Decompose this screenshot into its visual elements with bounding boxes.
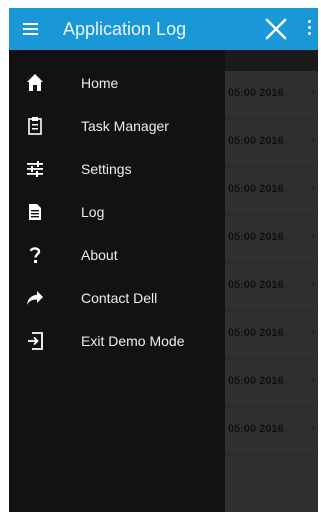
- drawer-item-label: Exit Demo Mode: [81, 333, 185, 349]
- drawer-item-exit-demo-mode[interactable]: Exit Demo Mode: [9, 321, 225, 361]
- question-icon: [26, 245, 44, 265]
- drawer-scrim[interactable]: [225, 50, 318, 512]
- drawer-item-label: Home: [81, 75, 119, 91]
- drawer-item-log[interactable]: Log: [9, 192, 225, 232]
- drawer-item-label: Contact Dell: [81, 290, 158, 306]
- drawer-item-label: Log: [81, 204, 105, 220]
- drawer-item-contact-dell[interactable]: Contact Dell: [9, 278, 225, 318]
- drawer-item-home[interactable]: Home: [9, 63, 225, 103]
- clipboard-icon: [26, 116, 44, 136]
- drawer-item-about[interactable]: About: [9, 235, 225, 275]
- app-window: 05:00 2016 › 05:00 2016 › 05:00 2016 › 0…: [9, 8, 318, 512]
- drawer-item-task-manager[interactable]: Task Manager: [9, 106, 225, 146]
- close-icon[interactable]: [263, 16, 289, 42]
- drawer-item-label: Task Manager: [81, 118, 169, 134]
- drawer-item-label: Settings: [81, 161, 132, 177]
- share-arrow-icon: [26, 288, 44, 308]
- navigation-drawer: Home Task Manager Settings Log About Con…: [9, 50, 225, 512]
- drawer-item-settings[interactable]: Settings: [9, 149, 225, 189]
- sliders-icon: [26, 159, 44, 179]
- drawer-item-label: About: [81, 247, 118, 263]
- kebab-icon[interactable]: [307, 20, 313, 38]
- document-icon: [26, 202, 44, 222]
- app-title: Application Log: [63, 19, 187, 39]
- app-bar: Application Log: [9, 8, 318, 50]
- hamburger-icon[interactable]: [23, 23, 38, 35]
- exit-icon: [26, 331, 44, 351]
- home-icon: [26, 73, 44, 93]
